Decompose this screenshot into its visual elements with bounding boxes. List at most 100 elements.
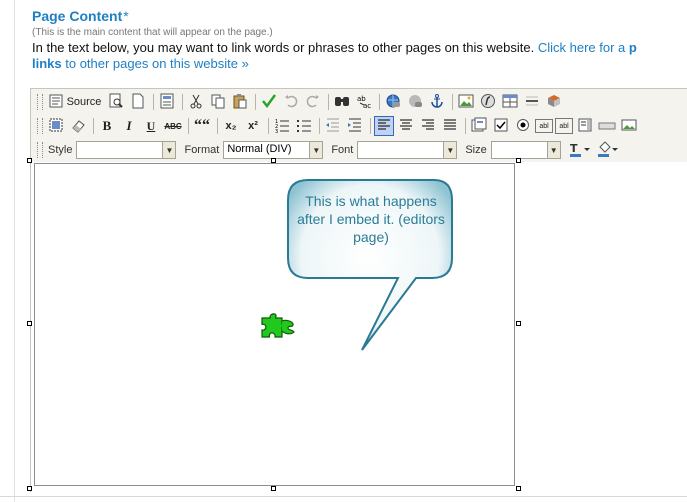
chevron-down-icon[interactable]: ▼	[309, 142, 323, 158]
remove-format-button[interactable]	[68, 116, 88, 136]
toolbar-grip[interactable]	[37, 142, 43, 158]
svg-text:3: 3	[275, 129, 278, 133]
align-left-button[interactable]	[374, 116, 394, 136]
source-button[interactable]: Source	[46, 92, 104, 112]
link-pages-link-continued[interactable]: links to other pages on this website »	[32, 56, 249, 71]
blockquote-button[interactable]: ““	[192, 116, 212, 136]
paste-button[interactable]	[230, 92, 250, 112]
image-button[interactable]	[456, 92, 476, 112]
link-pages-link[interactable]: Click here for a p	[538, 40, 637, 55]
text-color-button[interactable]: T	[567, 140, 593, 160]
resize-handle-middle-left[interactable]	[27, 321, 32, 326]
superscript-button[interactable]: x²	[243, 116, 263, 136]
table-icon	[502, 93, 518, 112]
numbered-list-button[interactable]: 123	[272, 116, 292, 136]
horizontal-rule-button[interactable]	[522, 92, 542, 112]
resize-handle-middle-right[interactable]	[516, 321, 521, 326]
svg-text:T: T	[570, 142, 578, 155]
outdent-icon	[325, 117, 341, 136]
background-color-button[interactable]	[595, 140, 621, 160]
paste-icon	[232, 93, 248, 112]
redo-button[interactable]	[303, 92, 323, 112]
toolbar-grip[interactable]	[37, 118, 43, 134]
resize-handle-bottom-center[interactable]	[271, 486, 276, 491]
underline-button[interactable]: U	[141, 116, 161, 136]
chevron-down-icon[interactable]: ▼	[162, 142, 176, 158]
unlink-button[interactable]	[405, 92, 425, 112]
separator	[370, 118, 371, 134]
bold-button[interactable]: B	[97, 116, 117, 136]
resize-handle-top-left[interactable]	[27, 158, 32, 163]
style-select[interactable]: ▼	[76, 141, 177, 159]
copy-button[interactable]	[208, 92, 228, 112]
indent-button[interactable]	[345, 116, 365, 136]
flash-button[interactable]	[478, 92, 498, 112]
spellcheck-button[interactable]	[259, 92, 279, 112]
preview-button[interactable]	[106, 92, 126, 112]
resize-handle-bottom-left[interactable]	[27, 486, 32, 491]
align-right-button[interactable]	[418, 116, 438, 136]
align-center-button[interactable]	[396, 116, 416, 136]
source-icon	[49, 94, 63, 110]
subscript-button[interactable]: x₂	[221, 116, 241, 136]
resize-handle-top-right[interactable]	[516, 158, 521, 163]
new-page-button[interactable]	[128, 92, 148, 112]
copy-icon	[210, 93, 226, 112]
textarea-button[interactable]: abl	[555, 118, 573, 134]
radio-button[interactable]	[513, 116, 533, 136]
bulleted-list-button[interactable]	[294, 116, 314, 136]
separator	[328, 94, 329, 110]
form-icon	[471, 117, 487, 136]
flash-icon	[480, 93, 496, 112]
table-button[interactable]	[500, 92, 520, 112]
textfield-button[interactable]: abl	[535, 119, 553, 133]
intro-text: In the text below, you may want to link …	[32, 40, 637, 55]
font-select[interactable]: ▼	[357, 141, 458, 159]
strikethrough-button[interactable]: ABC	[163, 116, 183, 136]
justify-button[interactable]	[440, 116, 460, 136]
select-all-icon	[48, 117, 64, 136]
font-label: Font	[331, 144, 354, 156]
select-all-button[interactable]	[46, 116, 66, 136]
callout-text: This is what happens after I embed it. (…	[297, 193, 445, 245]
toolbar-row-2: B I U ABC ““ x₂ x² 123 abl abl	[37, 115, 641, 137]
resize-handle-top-center[interactable]	[271, 158, 276, 163]
button-field-button[interactable]	[597, 116, 617, 136]
format-select[interactable]: Normal (DIV) ▼	[223, 141, 324, 159]
toolbar-grip[interactable]	[37, 94, 43, 110]
required-mark: *	[123, 8, 129, 24]
replace-button[interactable]: ab ac	[354, 92, 374, 112]
separator	[182, 94, 183, 110]
link-button[interactable]	[383, 92, 403, 112]
separator	[379, 94, 380, 110]
image-button-icon	[621, 117, 637, 136]
outdent-button[interactable]	[323, 116, 343, 136]
anchor-icon	[429, 93, 445, 112]
chevron-down-icon[interactable]: ▼	[546, 142, 560, 158]
image-button-field-button[interactable]	[619, 116, 639, 136]
resize-handle-bottom-right[interactable]	[516, 486, 521, 491]
anchor-button[interactable]	[427, 92, 447, 112]
italic-button[interactable]: I	[119, 116, 139, 136]
separator	[153, 94, 154, 110]
templates-button[interactable]	[157, 92, 177, 112]
find-button[interactable]	[332, 92, 352, 112]
chevron-down-icon[interactable]: ▼	[443, 142, 457, 158]
indent-icon	[347, 117, 363, 136]
undo-button[interactable]	[281, 92, 301, 112]
replace-icon: ab ac	[356, 93, 372, 112]
text-color-icon: T	[569, 141, 591, 160]
button-field-icon	[598, 117, 616, 136]
special-char-button[interactable]	[544, 92, 564, 112]
horizontal-rule-icon	[524, 93, 540, 112]
separator	[268, 118, 269, 134]
cut-icon	[188, 93, 204, 112]
align-right-icon	[420, 117, 436, 136]
redo-icon	[305, 93, 321, 112]
checkbox-button[interactable]	[491, 116, 511, 136]
select-field-button[interactable]	[575, 116, 595, 136]
size-select[interactable]: ▼	[490, 141, 561, 159]
form-button[interactable]	[469, 116, 489, 136]
cut-button[interactable]	[186, 92, 206, 112]
page-content-heading: Page Content*	[32, 8, 129, 24]
